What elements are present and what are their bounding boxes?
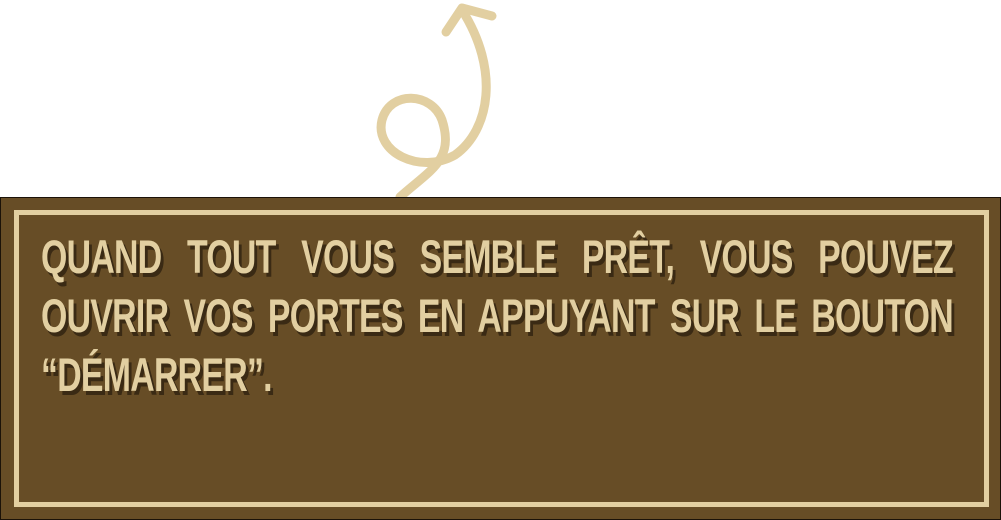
- arrow-shaft: [376, 5, 491, 202]
- instruction-panel: Quand tout vous semble prêt, vous pouvez…: [0, 197, 1001, 520]
- tutorial-stage: Quand tout vous semble prêt, vous pouvez…: [0, 0, 1001, 520]
- instruction-message: Quand tout vous semble prêt, vous pouvez…: [41, 230, 954, 401]
- curly-up-arrow-icon: [376, 3, 497, 202]
